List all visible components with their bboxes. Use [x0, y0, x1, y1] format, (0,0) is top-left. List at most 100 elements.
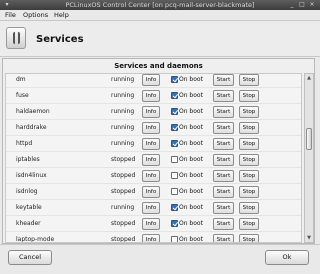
- stop-button[interactable]: Stop: [239, 154, 259, 166]
- stop-button[interactable]: Stop: [239, 234, 259, 242]
- start-button[interactable]: Start: [213, 234, 234, 242]
- on-boot-checkbox[interactable]: [171, 108, 178, 115]
- service-status: stopped: [111, 220, 136, 227]
- control-center-window: ▾ PCLinuxOS Control Center [on pcq-mail-…: [0, 0, 320, 274]
- scroll-up-icon[interactable]: ▲: [305, 74, 313, 82]
- stop-button[interactable]: Stop: [239, 90, 259, 102]
- services-panel: Services and daemons dm running Info On boo…: [2, 58, 315, 244]
- service-row: kheader stopped Info On boot Start Stop: [6, 216, 301, 232]
- start-button[interactable]: Start: [213, 170, 234, 182]
- services-icon: [6, 27, 26, 49]
- info-button[interactable]: Info: [142, 154, 160, 166]
- start-button[interactable]: Start: [213, 202, 234, 214]
- minimize-icon[interactable]: _: [288, 2, 296, 8]
- menu-bar: File Options Help: [0, 10, 320, 21]
- menu-options[interactable]: Options: [23, 11, 48, 19]
- on-boot-checkbox[interactable]: [171, 220, 178, 227]
- close-icon[interactable]: ×: [308, 2, 316, 8]
- cancel-button[interactable]: Cancel: [8, 250, 52, 265]
- start-button[interactable]: Start: [213, 218, 234, 230]
- scroll-down-icon[interactable]: ▼: [305, 234, 313, 242]
- info-button[interactable]: Info: [142, 170, 160, 182]
- service-name: fuse: [16, 92, 29, 99]
- window-title: PCLinuxOS Control Center [on pcq-mail-se…: [65, 1, 255, 9]
- services-list: dm running Info On boot Start Stop fuse running…: [5, 73, 302, 243]
- on-boot-checkbox[interactable]: [171, 140, 178, 147]
- service-status: stopped: [111, 188, 136, 195]
- start-button[interactable]: Start: [213, 138, 234, 150]
- info-button[interactable]: Info: [142, 234, 160, 242]
- service-row: keytable running Info On boot Start Stop: [6, 200, 301, 216]
- service-name: haldaemon: [16, 108, 50, 115]
- start-button[interactable]: Start: [213, 74, 234, 86]
- on-boot-label: On boot: [179, 220, 203, 227]
- start-button[interactable]: Start: [213, 186, 234, 198]
- service-row: haldaemon running Info On boot Start Stop: [6, 104, 301, 120]
- on-boot-checkbox[interactable]: [171, 156, 178, 163]
- stop-button[interactable]: Stop: [239, 170, 259, 182]
- info-button[interactable]: Info: [142, 218, 160, 230]
- info-button[interactable]: Info: [142, 122, 160, 134]
- service-row: iptables stopped Info On boot Start Stop: [6, 152, 301, 168]
- menu-help[interactable]: Help: [54, 11, 69, 19]
- scroll-thumb[interactable]: [306, 128, 312, 150]
- on-boot-label: On boot: [179, 172, 203, 179]
- info-button[interactable]: Info: [142, 90, 160, 102]
- stop-button[interactable]: Stop: [239, 202, 259, 214]
- service-status: running: [111, 140, 135, 147]
- on-boot-label: On boot: [179, 108, 203, 115]
- info-button[interactable]: Info: [142, 202, 160, 214]
- info-button[interactable]: Info: [142, 138, 160, 150]
- on-boot-checkbox[interactable]: [171, 92, 178, 99]
- service-row: harddrake running Info On boot Start Stop: [6, 120, 301, 136]
- service-status: running: [111, 108, 135, 115]
- menu-file[interactable]: File: [5, 11, 16, 19]
- scrollbar[interactable]: ▲ ▼: [304, 73, 314, 243]
- service-status: running: [111, 92, 135, 99]
- service-status: running: [111, 124, 135, 131]
- on-boot-checkbox[interactable]: [171, 76, 178, 83]
- service-name: dm: [16, 76, 26, 83]
- on-boot-checkbox[interactable]: [171, 236, 178, 242]
- service-row: fuse running Info On boot Start Stop: [6, 88, 301, 104]
- on-boot-checkbox[interactable]: [171, 204, 178, 211]
- on-boot-label: On boot: [179, 204, 203, 211]
- on-boot-checkbox[interactable]: [171, 172, 178, 179]
- service-name: isdn4linux: [16, 172, 47, 179]
- on-boot-label: On boot: [179, 156, 203, 163]
- service-name: isdnlog: [16, 188, 38, 195]
- start-button[interactable]: Start: [213, 154, 234, 166]
- service-status: running: [111, 76, 135, 83]
- panel-title: Services and daemons: [114, 62, 203, 70]
- start-button[interactable]: Start: [213, 90, 234, 102]
- maximize-icon[interactable]: □: [298, 2, 306, 8]
- stop-button[interactable]: Stop: [239, 106, 259, 118]
- stop-button[interactable]: Stop: [239, 122, 259, 134]
- stop-button[interactable]: Stop: [239, 74, 259, 86]
- service-status: stopped: [111, 236, 136, 243]
- on-boot-checkbox[interactable]: [171, 188, 178, 195]
- service-row: isdnlog stopped Info On boot Start Stop: [6, 184, 301, 200]
- ok-button[interactable]: Ok: [265, 250, 309, 265]
- stop-button[interactable]: Stop: [239, 138, 259, 150]
- on-boot-label: On boot: [179, 140, 203, 147]
- info-button[interactable]: Info: [142, 74, 160, 86]
- info-button[interactable]: Info: [142, 106, 160, 118]
- service-status: running: [111, 204, 135, 211]
- service-name: keytable: [16, 204, 42, 211]
- on-boot-label: On boot: [179, 124, 203, 131]
- page-title: Services: [36, 34, 84, 45]
- start-button[interactable]: Start: [213, 122, 234, 134]
- start-button[interactable]: Start: [213, 106, 234, 118]
- stop-button[interactable]: Stop: [239, 186, 259, 198]
- on-boot-label: On boot: [179, 76, 203, 83]
- on-boot-label: On boot: [179, 92, 203, 99]
- service-row: laptop-mode stopped Info On boot Start Stop: [6, 232, 301, 243]
- on-boot-checkbox[interactable]: [171, 124, 178, 131]
- service-row: httpd running Info On boot Start Stop: [6, 136, 301, 152]
- service-name: harddrake: [16, 124, 47, 131]
- stop-button[interactable]: Stop: [239, 218, 259, 230]
- on-boot-label: On boot: [179, 236, 203, 243]
- info-button[interactable]: Info: [142, 186, 160, 198]
- service-status: stopped: [111, 172, 136, 179]
